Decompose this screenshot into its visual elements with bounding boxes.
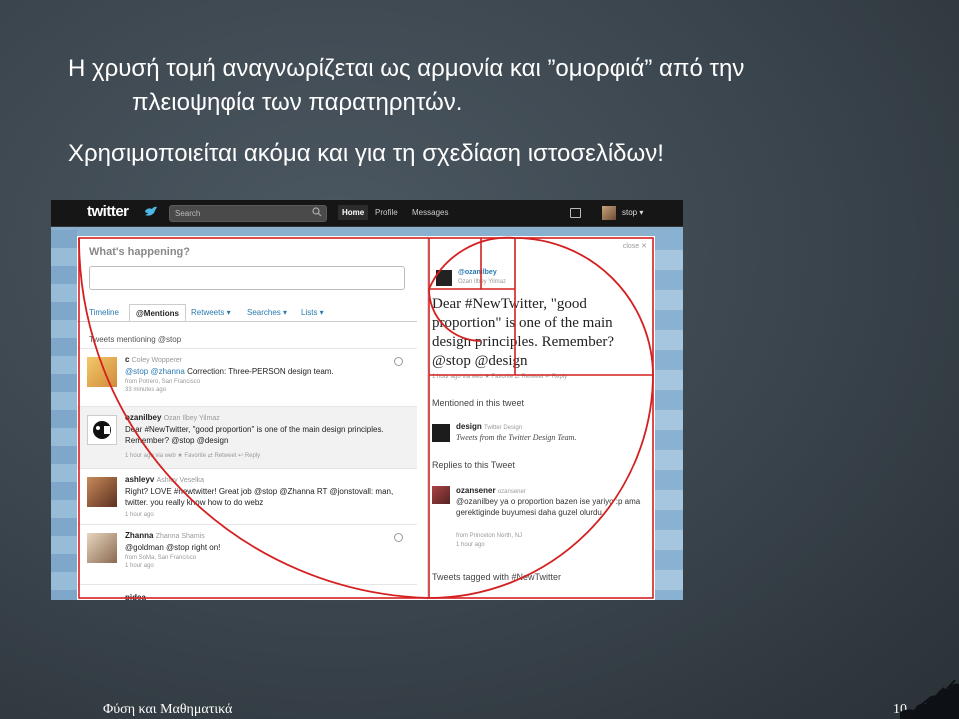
slide-line-1: Η χρυσή τομή αναγνωρίζεται ως αρμονία κα… xyxy=(68,55,745,82)
slide-line-3: Χρησιμοποιείται ακόμα και για τη σχεδίασ… xyxy=(68,140,664,167)
twitter-logo[interactable]: twitter xyxy=(87,203,129,220)
nav-profile[interactable]: Profile xyxy=(375,208,398,217)
nav-home[interactable]: Home xyxy=(338,205,369,220)
pixelated-background-left xyxy=(51,230,77,600)
pixelated-background-right xyxy=(653,230,683,600)
tree-silhouette-icon xyxy=(900,679,959,719)
avatar[interactable] xyxy=(602,206,616,220)
slide-line-2: πλειοψηφία των παρατηρητών. xyxy=(132,89,463,116)
bird-icon xyxy=(145,206,157,216)
compose-icon[interactable] xyxy=(570,208,581,218)
nav-messages[interactable]: Messages xyxy=(412,208,448,217)
golden-ratio-overlay xyxy=(78,236,654,599)
twitter-screenshot: twitter Search Home Profile Messages sto… xyxy=(51,200,683,600)
golden-rectangles xyxy=(78,237,654,599)
golden-spiral xyxy=(78,236,654,599)
golden-outer-rect xyxy=(78,237,654,599)
footer-title: Φύση και Μαθηματικά xyxy=(103,702,233,717)
user-menu[interactable]: stop ▾ xyxy=(622,208,643,217)
search-input[interactable]: Search xyxy=(169,205,327,222)
twitter-top-bar: twitter Search Home Profile Messages sto… xyxy=(51,200,683,227)
search-icon[interactable] xyxy=(312,207,322,217)
